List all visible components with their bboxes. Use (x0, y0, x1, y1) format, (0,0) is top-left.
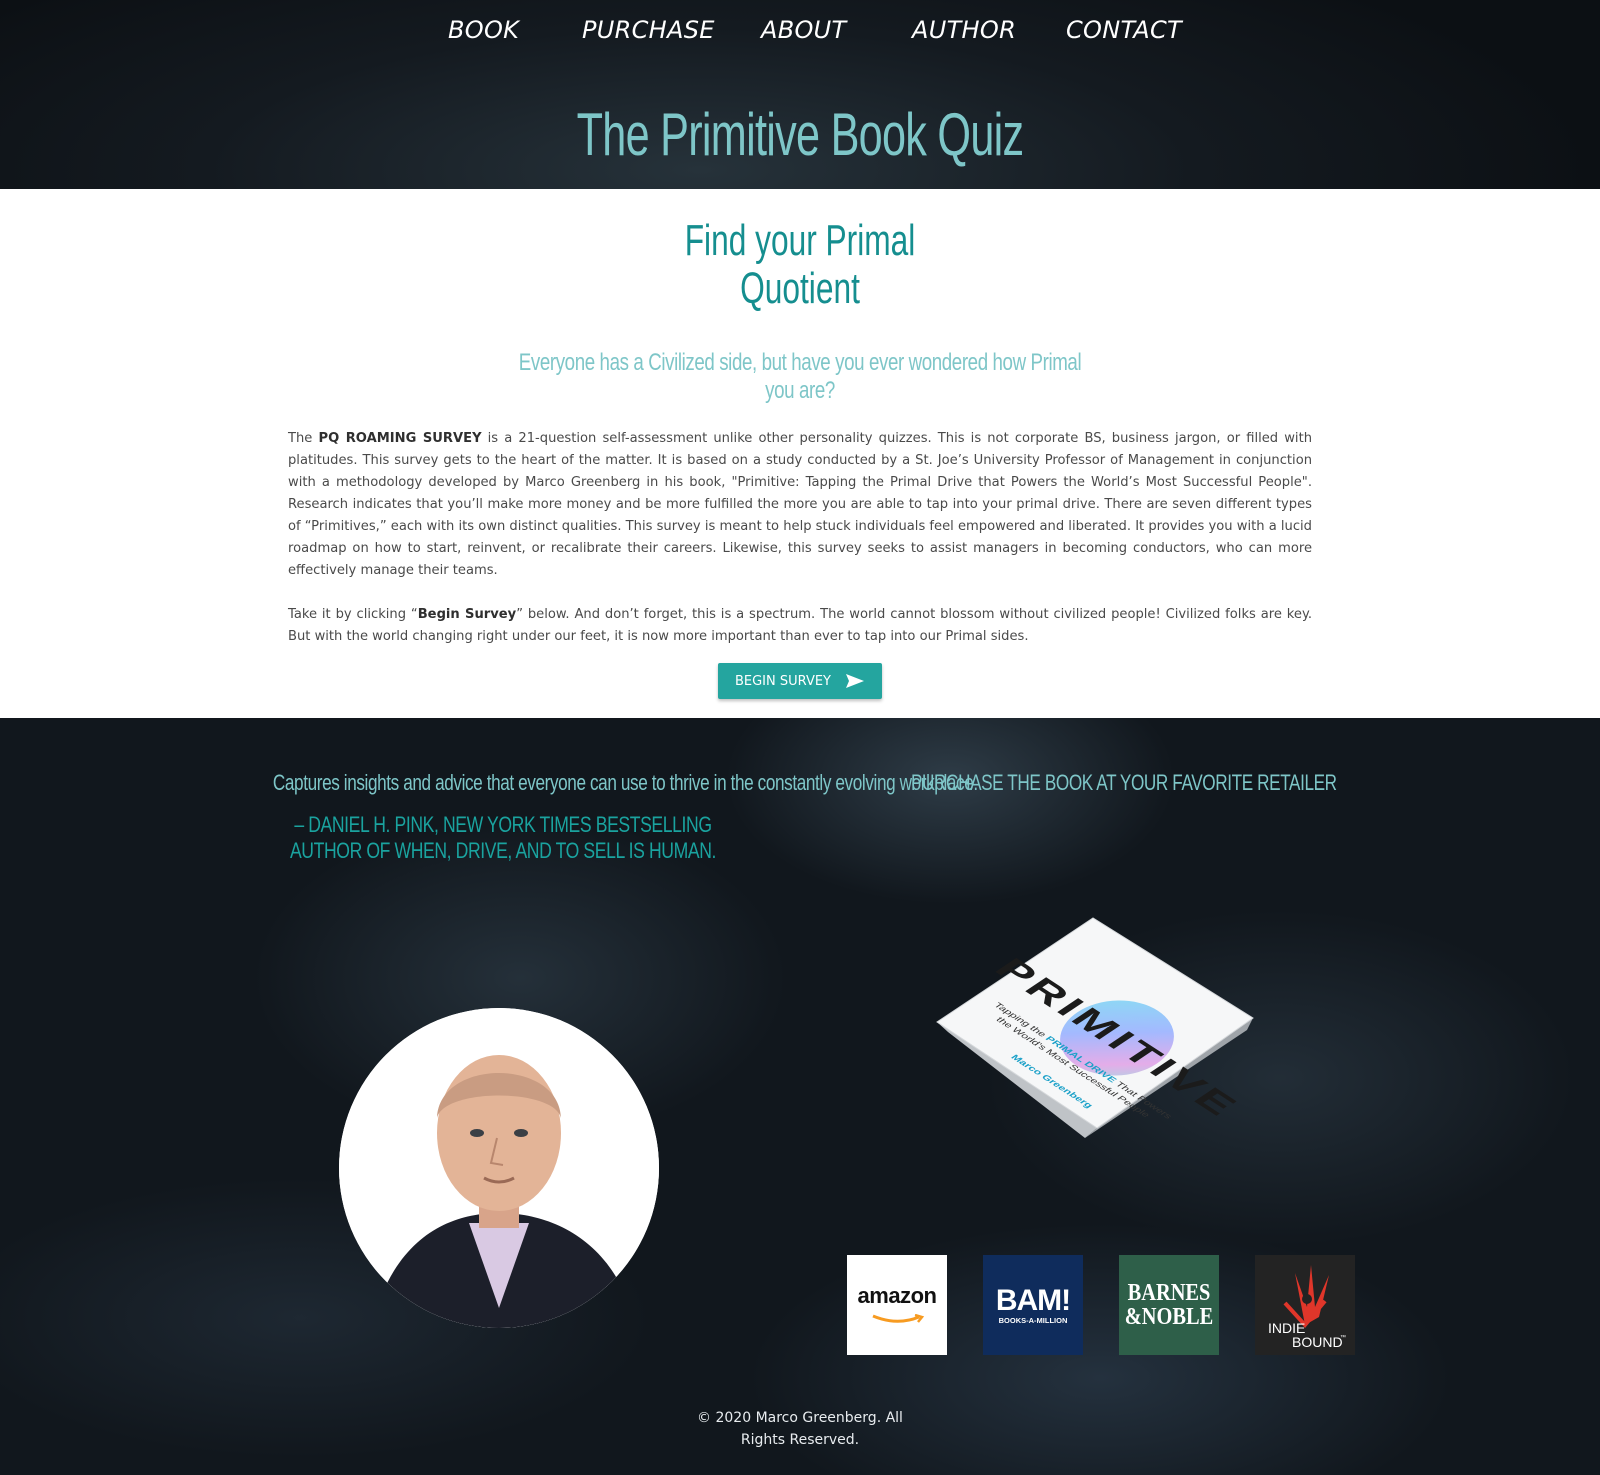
bam-logo: BAM! BOOKS-A-MILLION (995, 1283, 1071, 1325)
site-title: The Primitive Book Quiz (576, 101, 1025, 168)
description-paragraph-2: Take it by clicking “Begin Survey” below… (288, 604, 1312, 648)
author-photo (339, 1008, 659, 1328)
retailer-indiebound[interactable]: INDIE BOUND ™ (1255, 1255, 1355, 1355)
p2-text-start: Take it by clicking “ (288, 607, 418, 622)
p1-text-rest: is a 21-question self-assessment unlike … (288, 431, 1312, 578)
page-subheading-line1: Everyone has a Civilized side, but have … (518, 349, 1082, 376)
page-subheading: Everyone has a Civilized side, but have … (176, 349, 1424, 405)
copyright-line2: Rights Reserved. (740, 1432, 860, 1448)
nav-item-book[interactable]: BOOK (448, 16, 519, 44)
page-heading-line2: Quotient (740, 264, 860, 313)
nav-item-purchase[interactable]: PURCHASE (582, 16, 715, 44)
survey-description: The PQ ROAMING SURVEY is a 21-question s… (288, 428, 1312, 670)
author-portrait (339, 1008, 659, 1328)
main-nav: BOOK PURCHASE ABOUT AUTHOR CONTACT (0, 16, 1600, 52)
purchase-heading: PURCHASE THE BOOK AT YOUR FAVORITE RETAI… (911, 770, 1337, 795)
indiebound-trademark: ™ (1340, 1334, 1346, 1341)
footer: Captures insights and advice that everyo… (0, 718, 1600, 1475)
main-section: Find your Primal Quotient Everyone has a… (0, 189, 1600, 718)
retailer-amazon[interactable]: amazon (847, 1255, 947, 1355)
barnes-noble-logo-line1: BARNES (1127, 1280, 1211, 1306)
amazon-logo-text: amazon (857, 1282, 937, 1308)
begin-survey-button[interactable]: BEGIN SURVEY (718, 663, 882, 699)
p1-text-start: The (288, 431, 319, 446)
page-heading: Find your Primal Quotient (224, 217, 1376, 313)
testimonial-author: – Daniel H. Pink, New York Times bestsel… (289, 812, 717, 863)
book-cover-image: PRIMITIVE Tapping the PRIMAL DRIVE That … (936, 917, 1254, 1138)
retailer-books-a-million[interactable]: BAM! BOOKS-A-MILLION (983, 1255, 1083, 1355)
nav-item-about[interactable]: ABOUT (761, 16, 847, 44)
barnes-noble-logo-line2: &NOBLE (1124, 1304, 1214, 1330)
begin-survey-label: BEGIN SURVEY (734, 673, 832, 689)
bam-logo-subtext: BOOKS-A-MILLION (998, 1315, 1068, 1325)
page-subheading-line2: you are? (765, 377, 835, 404)
send-icon (846, 674, 865, 688)
amazon-smile-icon (872, 1313, 925, 1323)
description-paragraph-1: The PQ ROAMING SURVEY is a 21-question s… (288, 428, 1312, 582)
copyright-line1: © 2020 Marco Greenberg. All (697, 1410, 903, 1426)
retailer-barnes-noble[interactable]: BARNES &NOBLE (1119, 1255, 1219, 1355)
bam-logo-text: BAM! (995, 1283, 1071, 1317)
nav-item-author[interactable]: AUTHOR (912, 16, 1016, 44)
p1-survey-name: PQ ROAMING SURVEY (318, 431, 482, 446)
indiebound-logo-line2: BOUND (1292, 1334, 1343, 1350)
p2-begin-survey-mention: Begin Survey (417, 607, 517, 622)
copyright: © 2020 Marco Greenberg. All Rights Reser… (600, 1407, 1000, 1451)
amazon-logo: amazon (858, 1283, 937, 1328)
barnes-noble-logo: BARNES &NOBLE (1125, 1281, 1213, 1329)
testimonial-quote: Captures insights and advice that everyo… (272, 770, 978, 795)
indiebound-logo: INDIE BOUND ™ (1268, 1265, 1346, 1350)
header: BOOK PURCHASE ABOUT AUTHOR CONTACT The P… (0, 0, 1600, 189)
page-heading-line1: Find your Primal (684, 216, 916, 265)
nav-item-contact[interactable]: CONTACT (1066, 16, 1182, 44)
